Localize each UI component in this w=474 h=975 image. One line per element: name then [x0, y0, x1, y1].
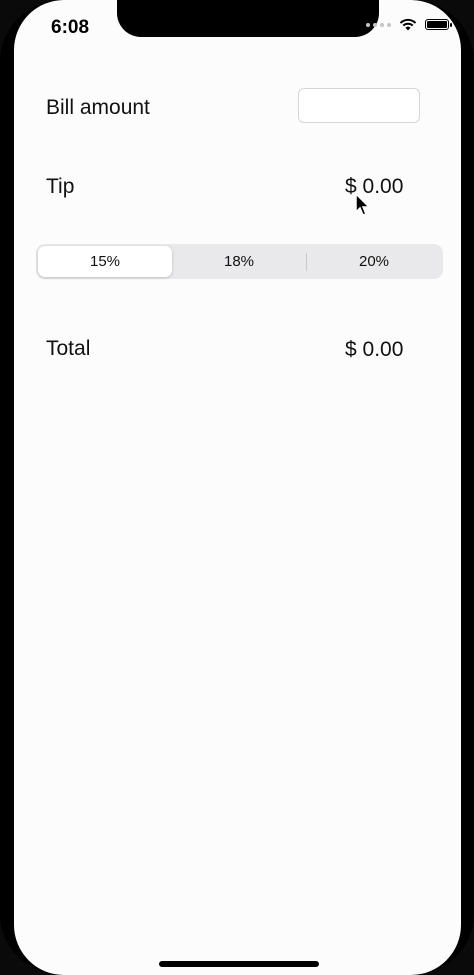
notch — [117, 0, 379, 37]
home-indicator[interactable] — [159, 961, 319, 967]
wifi-icon — [399, 18, 417, 31]
battery-icon — [425, 19, 452, 30]
tip-label: Tip — [46, 175, 75, 198]
bill-amount-input[interactable] — [298, 88, 420, 123]
status-time: 6:08 — [51, 17, 90, 38]
mouse-pointer-icon — [355, 193, 371, 216]
bill-amount-label: Bill amount — [46, 96, 150, 119]
tip-option-20[interactable]: 20% — [307, 246, 441, 277]
total-label: Total — [46, 337, 91, 360]
tip-percentage-selector: 15% 18% 20% — [36, 244, 443, 279]
tip-option-18[interactable]: 18% — [172, 246, 306, 277]
tip-option-15[interactable]: 15% — [38, 246, 172, 277]
device-frame: 6:08 Bill amount Tip $ 0.00 15% 18% 20% … — [0, 0, 474, 975]
status-icons — [366, 18, 452, 31]
cellular-signal-icon — [366, 22, 391, 27]
total-value: $ 0.00 — [345, 338, 404, 361]
app-screen: 6:08 Bill amount Tip $ 0.00 15% 18% 20% … — [14, 0, 461, 975]
